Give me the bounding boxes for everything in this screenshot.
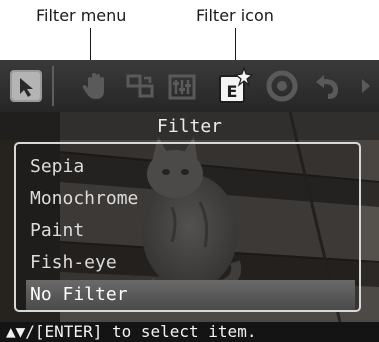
status-bar: ▲▼/[ENTER] to select item. — [0, 322, 379, 342]
redeye-icon[interactable] — [264, 68, 300, 104]
menu-title: Filter — [156, 116, 223, 137]
filter-icon[interactable]: E — [214, 66, 254, 106]
undo-icon[interactable] — [308, 68, 344, 104]
svg-text:E: E — [227, 82, 238, 101]
hand-icon[interactable] — [78, 68, 114, 104]
menu-item-no-filter[interactable]: No Filter — [26, 280, 355, 310]
menu-item-paint[interactable]: Paint — [26, 216, 355, 246]
menu-header: Filter — [0, 112, 379, 140]
cursor-icon[interactable] — [8, 68, 44, 104]
toolbar-divider — [52, 66, 54, 106]
lcd-screen: E Filter Sepia Monochrome Paint Fish-eye… — [0, 60, 379, 342]
toolbar: E — [0, 60, 379, 112]
menu-item-sepia[interactable]: Sepia — [26, 152, 355, 182]
scroll-right-icon[interactable] — [356, 68, 376, 104]
crop-icon[interactable] — [122, 68, 158, 104]
filter-icon-callout: Filter icon — [196, 6, 274, 25]
status-hint: ▲▼/[ENTER] to select item. — [6, 322, 257, 341]
filter-menu-callout: Filter menu — [36, 6, 127, 25]
menu-item-fish-eye[interactable]: Fish-eye — [26, 248, 355, 278]
filter-menu: Sepia Monochrome Paint Fish-eye No Filte… — [14, 142, 361, 312]
menu-item-monochrome[interactable]: Monochrome — [26, 184, 355, 214]
adjust-icon[interactable] — [164, 68, 200, 104]
